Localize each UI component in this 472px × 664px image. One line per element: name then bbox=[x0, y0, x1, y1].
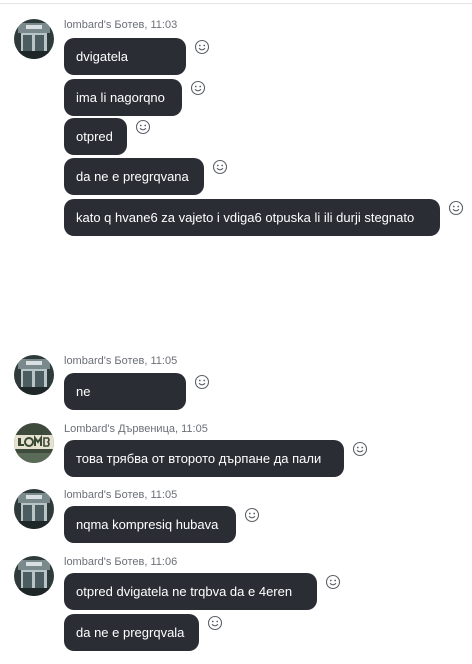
avatar[interactable] bbox=[14, 556, 54, 596]
smiley-face-icon[interactable] bbox=[194, 374, 210, 390]
smiley-face-icon[interactable] bbox=[352, 441, 368, 457]
message-bubble[interactable]: ne bbox=[64, 373, 186, 410]
message-bubble[interactable]: nqma kompresiq hubava bbox=[64, 506, 236, 543]
lombard-sign-avatar bbox=[14, 423, 54, 463]
smiley-face-icon[interactable] bbox=[244, 507, 260, 523]
smiley-face-icon[interactable] bbox=[212, 159, 228, 175]
store-photo-avatar bbox=[14, 556, 54, 596]
store-photo-avatar bbox=[14, 19, 54, 59]
smiley-face-icon[interactable] bbox=[448, 200, 464, 216]
smiley-face-icon[interactable] bbox=[194, 39, 210, 55]
store-photo-avatar bbox=[14, 489, 54, 529]
smiley-face-icon[interactable] bbox=[325, 574, 341, 590]
avatar[interactable] bbox=[14, 19, 54, 59]
avatar[interactable] bbox=[14, 489, 54, 529]
message-bubble[interactable]: ima li nagorqno bbox=[64, 79, 182, 116]
message-meta: lombard's Ботев, 11:05 bbox=[64, 355, 178, 367]
message-bubble[interactable]: kato q hvane6 za vajeto i vdiga6 otpuska… bbox=[64, 199, 440, 236]
smiley-face-icon[interactable] bbox=[190, 80, 206, 96]
message-bubble[interactable]: това трябва от второто дърпане да пали bbox=[64, 440, 344, 477]
message-bubble[interactable]: dvigatela bbox=[64, 38, 186, 75]
avatar[interactable] bbox=[14, 423, 54, 463]
message-meta: lombard's Ботев, 11:06 bbox=[64, 556, 178, 568]
message-bubble[interactable]: da ne e pregrqvala bbox=[64, 614, 199, 651]
message-meta: lombard's Ботев, 11:05 bbox=[64, 489, 178, 501]
message-meta: Lombard's Дървеница, 11:05 bbox=[64, 423, 208, 435]
smiley-face-icon[interactable] bbox=[207, 615, 223, 631]
avatar[interactable] bbox=[14, 355, 54, 395]
smiley-face-icon[interactable] bbox=[135, 119, 151, 135]
message-bubble[interactable]: otpred dvigatela ne trqbva da e 4eren bbox=[64, 573, 317, 610]
message-bubble[interactable]: da ne e pregrqvana bbox=[64, 158, 204, 195]
message-meta: lombard's Ботев, 11:03 bbox=[64, 19, 178, 31]
store-photo-avatar bbox=[14, 355, 54, 395]
top-divider bbox=[0, 3, 472, 4]
message-bubble[interactable]: otpred bbox=[64, 118, 127, 155]
